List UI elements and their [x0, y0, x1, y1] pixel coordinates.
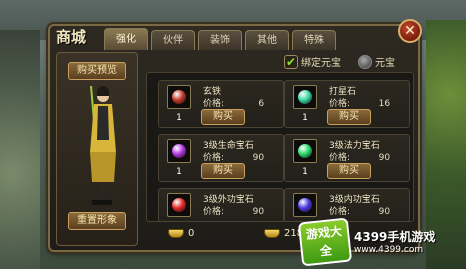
item-icon-xuantie [167, 85, 191, 109]
item-quantity: 1 [302, 113, 308, 123]
tab-enhance[interactable]: 强化 [104, 28, 148, 50]
buy-button[interactable]: 购买 [327, 109, 371, 125]
close-icon: ✕ [404, 23, 416, 39]
tab-bar: 强化 伙伴 装饰 其他 特殊 [104, 28, 336, 50]
watermark-logo: 游戏大全 [297, 217, 353, 266]
shop-title: 商城 [56, 28, 87, 46]
purchase-preview-button[interactable]: 购买预览 [68, 62, 126, 80]
item-icon-outer-gem [167, 193, 191, 217]
checkbox-checked-icon: ✔ [284, 54, 298, 69]
site-watermark: 游戏大全 4399手机游戏 www.4399.com [297, 214, 466, 269]
gold-ingot-icon [264, 229, 280, 238]
item-price: 价格: 6 [203, 99, 265, 109]
reset-appearance-button[interactable]: 重置形象 [68, 212, 126, 230]
gem-red-icon [172, 90, 186, 104]
item-price: 价格: 90 [329, 153, 391, 163]
buy-button[interactable]: 购买 [327, 163, 371, 179]
item-price: 价格: 90 [203, 153, 265, 163]
item-icon-dixingshi [293, 85, 317, 109]
background-scenery-left [0, 30, 40, 269]
yuanbao-toggle[interactable]: 元宝 [358, 54, 395, 69]
shop-item-xuantie: 1 玄铁 价格: 6 购买 [158, 80, 284, 128]
tab-special[interactable]: 特殊 [292, 30, 336, 50]
item-price: 价格: 16 [329, 99, 391, 109]
gem-green-icon [298, 144, 312, 158]
bound-yuanbao-amount: 0 [188, 228, 195, 239]
bound-yuanbao-label: 绑定元宝 [301, 58, 341, 69]
shop-item-outer-gem: 3级外功宝石 价格: 90 [158, 188, 284, 222]
bound-yuanbao-toggle[interactable]: ✔ 绑定元宝 [284, 54, 341, 69]
item-price: 价格: 90 [203, 207, 265, 217]
yuanbao-label: 元宝 [375, 58, 395, 69]
character-figure [90, 85, 116, 205]
gem-red-crystal-icon [172, 198, 186, 212]
shop-item-mana-gem: 1 3级法力宝石 价格: 90 购买 [284, 134, 410, 182]
gem-green-stone-icon [298, 90, 312, 104]
item-quantity: 1 [302, 167, 308, 177]
tab-decoration[interactable]: 装饰 [198, 30, 242, 50]
item-icon-life-gem [167, 139, 191, 163]
item-icon-mana-gem [293, 139, 317, 163]
tab-partner[interactable]: 伙伴 [151, 30, 195, 50]
buy-button[interactable]: 购买 [201, 163, 245, 179]
yuanbao-balance: 218 [264, 228, 303, 239]
gold-ingot-icon [168, 229, 184, 238]
gem-blue-icon [298, 198, 312, 212]
close-button[interactable]: ✕ [398, 19, 422, 43]
radio-unchecked-icon [358, 54, 372, 69]
bound-yuanbao-balance: 0 [168, 228, 194, 239]
gem-purple-icon [172, 144, 186, 158]
shop-item-life-gem: 1 3级生命宝石 价格: 90 购买 [158, 134, 284, 182]
shop-item-dixingshi: 1 打星石 价格: 16 购买 [284, 80, 410, 128]
watermark-title: 4399手机游戏 [354, 230, 436, 244]
buy-button[interactable]: 购买 [201, 109, 245, 125]
watermark-url: www.4399.com [354, 245, 424, 255]
tab-other[interactable]: 其他 [245, 30, 289, 50]
item-quantity: 1 [176, 113, 182, 123]
item-quantity: 1 [176, 167, 182, 177]
